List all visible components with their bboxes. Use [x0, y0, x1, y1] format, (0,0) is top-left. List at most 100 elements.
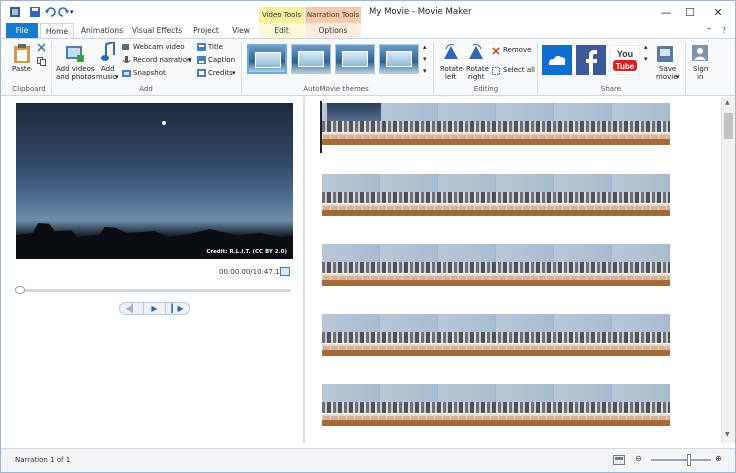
- play-button[interactable]: ▶: [143, 303, 166, 314]
- rotate-left-label[interactable]: Rotate: [440, 65, 463, 73]
- copy-icon[interactable]: [37, 57, 46, 68]
- fullscreen-icon[interactable]: [280, 267, 290, 276]
- storyboard-row[interactable]: [322, 103, 682, 149]
- narration-track[interactable]: [322, 204, 670, 216]
- sign-in-icon[interactable]: [691, 44, 709, 64]
- rotate-right-icon[interactable]: [467, 43, 485, 63]
- save-movie-label-2[interactable]: movie: [656, 73, 678, 81]
- ribbon-collapse-icon[interactable]: ⌃: [703, 23, 715, 38]
- paste-label[interactable]: Paste: [12, 65, 31, 73]
- caption-button[interactable]: Caption: [208, 56, 235, 64]
- zoom-slider[interactable]: [651, 459, 711, 461]
- gallery-scroll-up-icon[interactable]: ▴: [423, 43, 427, 51]
- title-button[interactable]: Title: [208, 43, 223, 51]
- playhead-cursor[interactable]: [320, 101, 322, 153]
- tab-options[interactable]: Options: [305, 23, 361, 38]
- video-filmstrip[interactable]: [322, 174, 670, 203]
- previous-frame-button[interactable]: ◀▎: [120, 303, 143, 314]
- tab-view[interactable]: View: [227, 23, 255, 38]
- pane-splitter[interactable]: [303, 97, 305, 443]
- sign-in-label-2[interactable]: in: [697, 73, 703, 81]
- add-videos-label[interactable]: Add videos: [56, 65, 95, 73]
- select-all-button[interactable]: Select all: [503, 66, 535, 74]
- automovie-theme-2[interactable]: [291, 44, 331, 74]
- automovie-theme-3[interactable]: [335, 44, 375, 74]
- add-videos-label-2[interactable]: and photos: [56, 73, 95, 81]
- add-music-label[interactable]: Add: [101, 65, 115, 73]
- rotate-left-label-2[interactable]: left: [445, 73, 456, 81]
- sign-in-label[interactable]: Sign: [693, 65, 708, 73]
- video-preview[interactable]: Credit: R.L.I.T. (CC BY 2.0): [16, 103, 293, 259]
- title-icon: [197, 43, 206, 53]
- tab-home[interactable]: Home: [40, 23, 74, 38]
- storyboard-row[interactable]: [322, 244, 682, 290]
- record-narration-button[interactable]: Record narration: [133, 56, 191, 64]
- save-movie-icon[interactable]: [656, 45, 674, 65]
- onedrive-icon[interactable]: [542, 45, 572, 77]
- add-videos-icon[interactable]: [65, 43, 85, 65]
- customize-qat-icon[interactable]: ▾: [70, 6, 82, 18]
- snapshot-button[interactable]: Snapshot: [133, 69, 166, 77]
- tab-project[interactable]: Project: [189, 23, 223, 38]
- share-scroll-up-icon[interactable]: ▴: [644, 43, 648, 51]
- tab-edit[interactable]: Edit: [259, 23, 304, 38]
- zoom-in-icon[interactable]: ⊕: [715, 454, 722, 463]
- seek-handle[interactable]: [15, 286, 25, 294]
- minimize-button[interactable]: —: [656, 5, 676, 21]
- scroll-down-icon[interactable]: ▼: [725, 431, 730, 438]
- narration-track[interactable]: [322, 414, 670, 426]
- video-filmstrip[interactable]: [322, 103, 670, 132]
- save-movie-dropdown-icon[interactable]: ▾: [676, 73, 680, 81]
- webcam-video-button[interactable]: Webcam video: [133, 43, 185, 51]
- storyboard-row[interactable]: [322, 314, 682, 360]
- video-filmstrip[interactable]: [322, 314, 670, 343]
- save-movie-label[interactable]: Save: [659, 65, 676, 73]
- tab-visual-effects[interactable]: Visual Effects: [129, 23, 185, 38]
- record-narration-dropdown-icon[interactable]: ▾: [188, 56, 192, 64]
- gallery-expand-icon[interactable]: ▾: [423, 67, 427, 75]
- seek-bar[interactable]: [17, 289, 291, 292]
- credits-dropdown-icon[interactable]: ▾: [232, 69, 236, 77]
- narration-track[interactable]: [322, 344, 670, 356]
- rotate-right-label[interactable]: Rotate: [466, 65, 489, 73]
- storyboard-scrollbar[interactable]: ▲ ▼: [721, 97, 735, 443]
- gallery-scroll-down-icon[interactable]: ▾: [423, 55, 427, 63]
- rotate-left-icon[interactable]: [442, 43, 460, 63]
- save-icon[interactable]: [29, 6, 41, 18]
- tab-file[interactable]: File: [6, 23, 38, 38]
- paste-icon[interactable]: [13, 43, 31, 65]
- automovie-theme-1[interactable]: [247, 44, 287, 74]
- zoom-out-icon[interactable]: ⊖: [635, 454, 642, 463]
- zoom-slider-handle[interactable]: [687, 454, 691, 466]
- cut-icon[interactable]: [37, 43, 46, 54]
- rotate-right-label-2[interactable]: right: [468, 73, 484, 81]
- storyboard-row[interactable]: [322, 174, 682, 220]
- remove-button[interactable]: Remove: [503, 46, 531, 54]
- redo-icon[interactable]: [58, 6, 70, 18]
- video-filmstrip[interactable]: [322, 244, 670, 273]
- facebook-icon[interactable]: [576, 45, 606, 77]
- video-filmstrip[interactable]: [322, 384, 670, 413]
- maximize-button[interactable]: ☐: [680, 5, 700, 21]
- add-music-icon[interactable]: [100, 40, 116, 64]
- next-frame-button[interactable]: ▎▶: [166, 303, 189, 314]
- add-music-dropdown-icon[interactable]: ▾: [115, 73, 119, 81]
- credits-button[interactable]: Credits: [208, 69, 233, 77]
- youtube-icon[interactable]: You Tube: [609, 44, 641, 77]
- add-music-label-2[interactable]: music: [96, 73, 117, 81]
- scroll-up-icon[interactable]: ▲: [725, 99, 730, 106]
- storyboard-view-icon[interactable]: [613, 455, 625, 467]
- help-icon[interactable]: ?: [717, 23, 731, 38]
- storyboard: [307, 97, 721, 443]
- undo-icon[interactable]: [44, 6, 56, 18]
- credits-icon: [197, 69, 206, 79]
- share-scroll-down-icon[interactable]: ▾: [644, 55, 648, 63]
- close-button[interactable]: ✕: [708, 5, 728, 21]
- scrollbar-thumb[interactable]: [724, 113, 733, 139]
- tab-animations[interactable]: Animations: [79, 23, 125, 38]
- narration-track[interactable]: [322, 274, 670, 286]
- storyboard-row[interactable]: [322, 384, 682, 430]
- narration-track[interactable]: [322, 133, 670, 145]
- svg-text:You: You: [617, 49, 633, 59]
- automovie-theme-4[interactable]: [379, 44, 419, 74]
